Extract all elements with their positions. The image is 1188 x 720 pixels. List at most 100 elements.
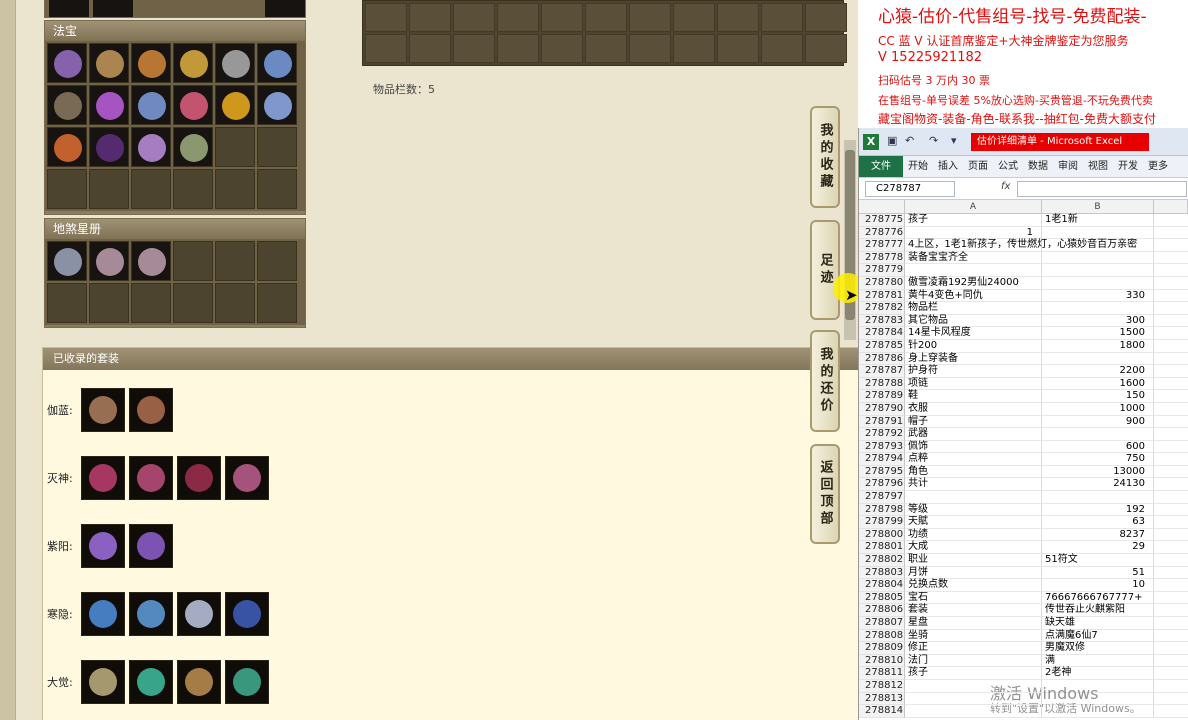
row-number[interactable]: 278786	[859, 352, 905, 366]
suit-item[interactable]	[81, 592, 125, 636]
cell-c[interactable]	[1154, 541, 1188, 555]
row-number[interactable]: 278789	[859, 390, 905, 403]
cell-b[interactable]: 满	[1042, 654, 1154, 668]
row-number[interactable]: 278797	[859, 491, 905, 504]
cell-b[interactable]: 1800	[1042, 339, 1154, 353]
cell-b[interactable]: 900	[1042, 415, 1154, 429]
corner-cell[interactable]	[859, 200, 905, 213]
cell-a[interactable]: 装备宝宝齐全	[905, 251, 1042, 265]
fabao-slot[interactable]	[47, 127, 87, 167]
redo-icon[interactable]: ↷	[929, 134, 938, 147]
cell-a[interactable]: 衣服	[905, 402, 1042, 416]
cell-c[interactable]	[1154, 667, 1188, 680]
suit-item[interactable]	[177, 660, 221, 704]
row-number[interactable]: 278788	[859, 377, 905, 391]
row-number[interactable]: 278811	[859, 667, 905, 680]
cell-a[interactable]: 其它物品	[905, 314, 1042, 328]
row-number[interactable]: 278784	[859, 327, 905, 340]
star-card-slot[interactable]	[131, 241, 171, 281]
fx-label[interactable]: fx	[1001, 181, 1010, 192]
cell-b[interactable]: 330	[1042, 289, 1154, 303]
tab-developer[interactable]: 开发	[1113, 156, 1143, 177]
cell-c[interactable]	[1154, 604, 1188, 617]
back-to-top-button[interactable]: 返回顶部	[810, 444, 840, 544]
quick-access-more-icon[interactable]: ▾	[951, 134, 957, 147]
cell-b[interactable]: 点满魔6仙7	[1042, 629, 1154, 643]
undo-icon[interactable]: ↶	[905, 134, 914, 147]
cell-c[interactable]	[1154, 617, 1188, 630]
tab-view[interactable]: 视图	[1083, 156, 1113, 177]
cell-a[interactable]: 月饼	[905, 566, 1042, 580]
row-number[interactable]: 278791	[859, 415, 905, 429]
cell-a[interactable]: 共计	[905, 478, 1042, 492]
row-number[interactable]: 278813	[859, 692, 905, 706]
column-header-c[interactable]	[1154, 200, 1188, 213]
cell-b[interactable]: 1老1新	[1042, 214, 1154, 227]
cell-c[interactable]	[1154, 680, 1188, 693]
cell-a[interactable]: 修正	[905, 642, 1042, 655]
cell-a[interactable]: 宝石	[905, 591, 1042, 605]
cell-b[interactable]: 传世吞止火麒紫阳	[1042, 604, 1154, 617]
tab-formulas[interactable]: 公式	[993, 156, 1023, 177]
cell-b[interactable]: 192	[1042, 503, 1154, 517]
cell-a[interactable]: 功绩	[905, 528, 1042, 542]
row-number[interactable]: 278793	[859, 440, 905, 454]
cell-a[interactable]: 项链	[905, 377, 1042, 391]
formula-input[interactable]	[1017, 181, 1187, 197]
cell-a[interactable]	[905, 692, 1042, 706]
cell-b[interactable]	[1042, 264, 1154, 277]
cell-b[interactable]	[1042, 302, 1154, 315]
fabao-slot[interactable]	[173, 127, 213, 167]
cell-a[interactable]	[905, 491, 1042, 504]
suit-item[interactable]	[129, 524, 173, 568]
suit-item[interactable]	[129, 388, 173, 432]
cell-b[interactable]: 10	[1042, 579, 1154, 592]
cell-b[interactable]	[1042, 276, 1154, 290]
cell-c[interactable]	[1154, 378, 1188, 391]
row-number[interactable]: 278805	[859, 591, 905, 605]
row-number[interactable]: 278810	[859, 654, 905, 668]
cell-a[interactable]: 孩子	[905, 214, 1042, 227]
cell-c[interactable]	[1154, 214, 1188, 227]
cell-c[interactable]	[1154, 390, 1188, 403]
cell-b[interactable]	[1042, 491, 1154, 504]
tab-insert[interactable]: 插入	[933, 156, 963, 177]
cell-b[interactable]: 1600	[1042, 377, 1154, 391]
row-number[interactable]: 278782	[859, 302, 905, 315]
cell-a[interactable]: 4上区，1老1新孩子，传世燃灯，心猿妙音百万亲密	[905, 239, 1137, 252]
cell-c[interactable]	[1154, 403, 1188, 416]
row-number[interactable]: 278801	[859, 541, 905, 555]
row-number[interactable]: 278796	[859, 478, 905, 492]
suit-item[interactable]	[225, 660, 269, 704]
row-number[interactable]: 278777	[859, 239, 905, 252]
row-number[interactable]: 278779	[859, 264, 905, 277]
row-number[interactable]: 278794	[859, 453, 905, 466]
cell-c[interactable]	[1154, 264, 1188, 277]
cell-b[interactable]: 750	[1042, 453, 1154, 466]
cell-c[interactable]	[1154, 592, 1188, 605]
row-number[interactable]: 278792	[859, 428, 905, 441]
cell-b[interactable]: 29	[1042, 541, 1154, 555]
cell-a[interactable]: 身上穿装备	[905, 352, 1042, 366]
row-number[interactable]: 278803	[859, 566, 905, 580]
row-number[interactable]: 278787	[859, 365, 905, 378]
cell-c[interactable]	[1154, 290, 1188, 303]
cell-a[interactable]: 星盘	[905, 617, 1042, 630]
cell-a[interactable]: 武器	[905, 428, 1042, 441]
cell-c[interactable]	[1154, 315, 1188, 328]
fabao-slot[interactable]	[173, 85, 213, 125]
name-box[interactable]: C278787	[865, 181, 955, 197]
cell-c[interactable]	[1154, 327, 1188, 340]
cell-a[interactable]: 佩饰	[905, 440, 1042, 454]
cell-c[interactable]	[1154, 466, 1188, 479]
row-number[interactable]: 278799	[859, 516, 905, 529]
cell-c[interactable]	[1154, 340, 1188, 353]
cell-a[interactable]: 法门	[905, 654, 1042, 668]
row-number[interactable]: 278814	[859, 705, 905, 718]
tab-file[interactable]: 文件	[859, 156, 903, 177]
cell-c[interactable]	[1154, 579, 1188, 592]
cell-b[interactable]: 600	[1042, 440, 1154, 454]
cell-b[interactable]: 300	[1042, 314, 1154, 328]
row-number[interactable]: 278800	[859, 528, 905, 542]
cell-b[interactable]	[1042, 352, 1154, 366]
